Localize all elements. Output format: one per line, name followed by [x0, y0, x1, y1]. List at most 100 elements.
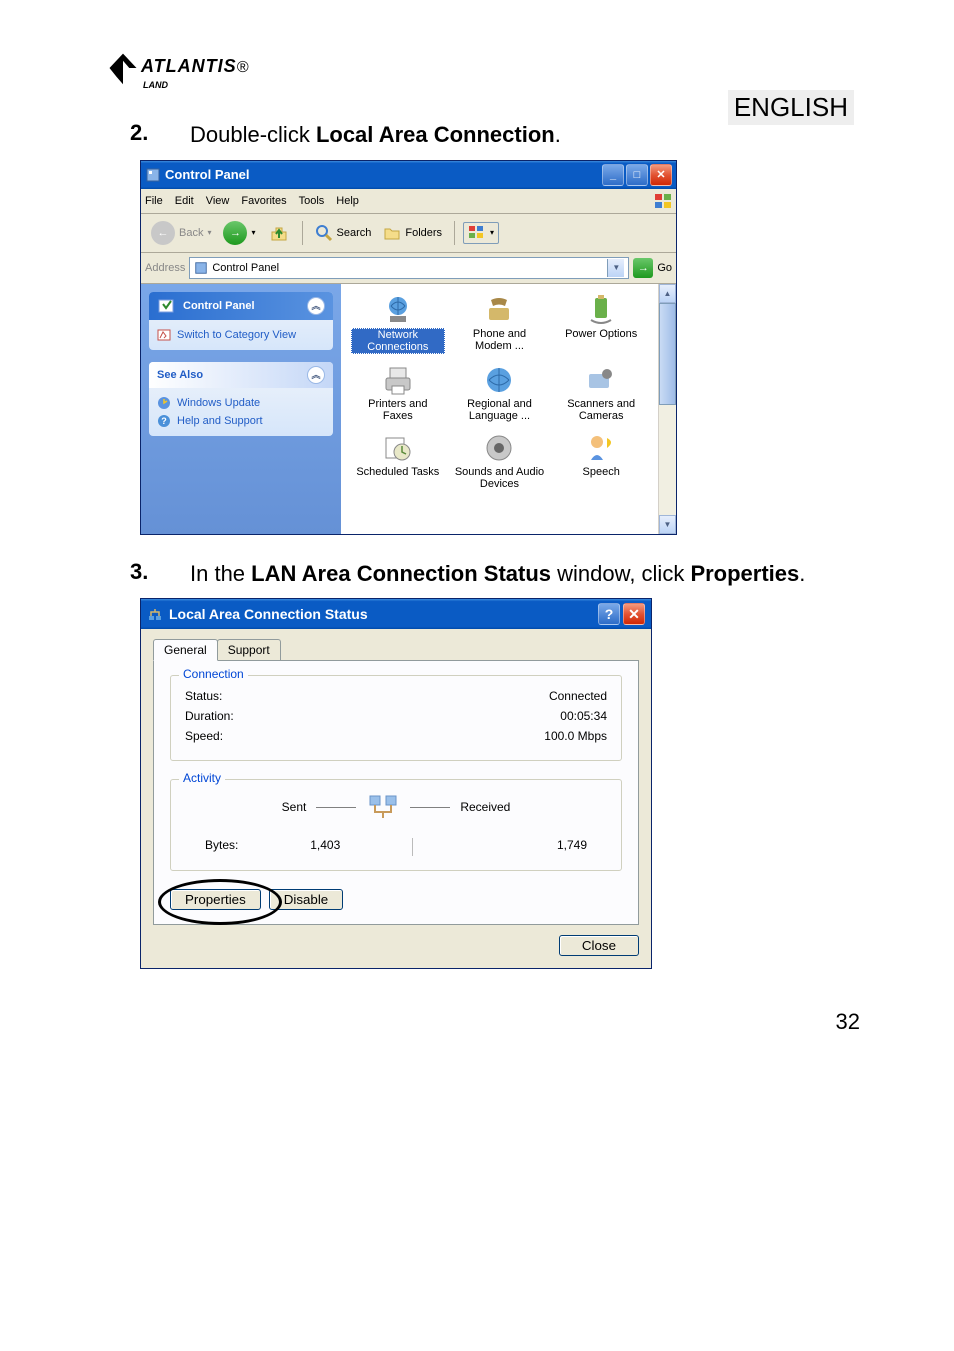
sent-label: Sent [282, 800, 307, 814]
svg-text:?: ? [161, 416, 167, 426]
disable-button[interactable]: Disable [269, 889, 343, 910]
received-label: Received [460, 800, 510, 814]
close-button[interactable]: ✕ [650, 164, 672, 186]
menu-view[interactable]: View [206, 195, 230, 207]
sidebar-seealso-title: See Also [157, 369, 203, 381]
switch-category-label: Switch to Category View [177, 329, 296, 341]
address-input[interactable]: Control Panel ▼ [189, 257, 629, 279]
scanners-cameras-icon-item[interactable]: Scanners and Cameras [552, 362, 650, 424]
scanners-cameras-icon [585, 364, 617, 396]
address-label: Address [145, 262, 185, 274]
lac-status-dialog: Local Area Connection Status ? ✕ General… [140, 598, 652, 969]
icon-label: Speech [581, 466, 622, 478]
lac-icon [147, 606, 163, 622]
maximize-button[interactable]: □ [626, 164, 648, 186]
power-options-icon [585, 294, 617, 326]
views-button[interactable]: ▾ [463, 222, 499, 244]
dialog-title: Local Area Connection Status [169, 606, 368, 622]
scrollbar[interactable]: ▲ ▼ [658, 284, 676, 534]
sounds-audio-icon [483, 432, 515, 464]
connection-legend: Connection [179, 667, 248, 681]
bytes-sent: 1,403 [238, 838, 412, 856]
menu-favorites[interactable]: Favorites [241, 195, 286, 207]
address-bar: Address Control Panel ▼ → Go [141, 253, 676, 284]
scroll-thumb[interactable] [659, 303, 676, 405]
address-dropdown-button[interactable]: ▼ [607, 259, 624, 277]
collapse-icon[interactable]: ︽ [307, 297, 325, 315]
bytes-received: 1,749 [413, 838, 587, 856]
dialog-close-button[interactable]: ✕ [623, 603, 645, 625]
search-button[interactable]: Search [311, 222, 376, 244]
logo-reg-mark: ® [237, 59, 249, 76]
scheduled-tasks-icon [382, 432, 414, 464]
icon-label: Network Connections [351, 328, 445, 354]
logo-text: ATLANTIS [141, 56, 237, 76]
menubar: File Edit View Favorites Tools Help [141, 189, 676, 214]
logo-arrow-icon [105, 50, 141, 86]
window-title: Control Panel [165, 167, 602, 182]
control-panel-icon [145, 167, 161, 183]
up-button[interactable] [264, 220, 294, 246]
activity-legend: Activity [179, 771, 225, 785]
regional-language-icon-item[interactable]: Regional and Language ... [451, 362, 549, 424]
icon-label: Sounds and Audio Devices [453, 466, 547, 490]
views-icon [468, 225, 486, 241]
control-panel-sidebar-icon [157, 296, 177, 316]
menu-help[interactable]: Help [336, 195, 359, 207]
minimize-button[interactable]: _ [602, 164, 624, 186]
icon-label: Phone and Modem ... [453, 328, 547, 352]
windows-update-icon [157, 396, 171, 410]
menu-tools[interactable]: Tools [299, 195, 325, 207]
collapse-icon-2[interactable]: ︽ [307, 366, 325, 384]
power-options-icon-item[interactable]: Power Options [552, 292, 650, 356]
duration-label: Duration: [185, 709, 234, 723]
folders-button[interactable]: Folders [379, 222, 446, 244]
speech-icon-item[interactable]: Speech [552, 430, 650, 492]
close-dialog-button[interactable]: Close [559, 935, 639, 956]
folders-label: Folders [405, 227, 442, 239]
go-label: Go [657, 262, 672, 274]
forward-icon: → [223, 221, 247, 245]
phone-modem-icon-item[interactable]: Phone and Modem ... [451, 292, 549, 356]
menu-file[interactable]: File [145, 195, 163, 207]
search-label: Search [337, 227, 372, 239]
forward-button[interactable]: → ▾ [219, 219, 259, 247]
scheduled-tasks-icon-item[interactable]: Scheduled Tasks [349, 430, 447, 492]
tab-support[interactable]: Support [217, 639, 281, 660]
scroll-down-button[interactable]: ▼ [659, 515, 676, 534]
window-titlebar: Control Panel _ □ ✕ [141, 161, 676, 189]
windows-update-link[interactable]: Windows Update [157, 394, 325, 412]
network-connections-icon-item[interactable]: Network Connections [349, 292, 447, 356]
icon-label: Printers and Faxes [351, 398, 445, 422]
go-button[interactable]: → [633, 258, 653, 278]
printers-faxes-icon-item[interactable]: Printers and Faxes [349, 362, 447, 424]
sidebar-cp-header[interactable]: Control Panel ︽ [149, 292, 333, 320]
icon-label: Scanners and Cameras [554, 398, 648, 422]
switch-category-link[interactable]: Switch to Category View [157, 326, 325, 344]
back-button[interactable]: ← Back ▾ [147, 219, 215, 247]
scroll-up-button[interactable]: ▲ [659, 284, 676, 303]
switch-view-icon [157, 328, 171, 342]
sidebar-seealso-header[interactable]: See Also ︽ [149, 362, 333, 388]
properties-button[interactable]: Properties [170, 889, 261, 910]
dialog-help-button[interactable]: ? [598, 603, 620, 625]
help-support-link[interactable]: ? Help and Support [157, 412, 325, 430]
menu-edit[interactable]: Edit [175, 195, 194, 207]
windows-flag-icon [654, 193, 672, 209]
step-3-text: In the LAN Area Connection Status window… [190, 559, 805, 589]
network-connections-icon [382, 294, 414, 326]
status-value: Connected [549, 689, 607, 703]
activity-group: Activity Sent Received Bytes: [170, 779, 622, 871]
tab-general[interactable]: General [153, 639, 218, 661]
icon-label: Scheduled Tasks [354, 466, 441, 478]
control-panel-window: Control Panel _ □ ✕ File Edit View Favor… [140, 160, 677, 535]
sounds-audio-icon-item[interactable]: Sounds and Audio Devices [451, 430, 549, 492]
toolbar: ← Back ▾ → ▾ Search [141, 214, 676, 253]
duration-value: 00:05:34 [560, 709, 607, 723]
icon-label: Power Options [563, 328, 639, 340]
step-3-number: 3. [130, 559, 190, 589]
sidebar: Control Panel ︽ Switch to Category View [141, 284, 341, 534]
sidebar-cp-title: Control Panel [183, 300, 255, 312]
speech-icon [585, 432, 617, 464]
speed-label: Speed: [185, 729, 223, 743]
